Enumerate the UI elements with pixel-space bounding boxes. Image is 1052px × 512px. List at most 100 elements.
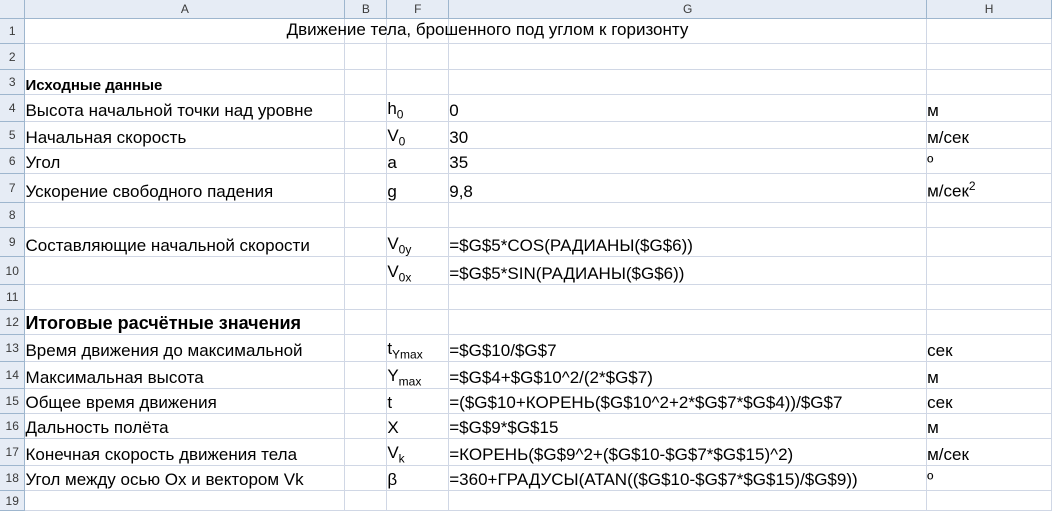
cell-a8[interactable] [24,202,346,228]
column-header-f[interactable]: F [386,0,450,19]
input-label-cell[interactable]: Начальная скорость [24,121,346,149]
input-unit-cell[interactable]: º [926,148,1052,174]
row-header-6[interactable]: 6 [0,148,26,174]
cell-f3[interactable] [386,69,450,95]
cell-b6[interactable] [344,148,388,174]
cell-b7[interactable] [344,173,388,203]
component-symbol-cell[interactable]: V0x [386,256,450,285]
result-symbol-cell[interactable]: β [386,465,450,491]
result-symbol-cell[interactable]: X [386,413,450,439]
result-label-cell[interactable]: Дальность полёта [24,413,346,439]
component-label-cell[interactable]: Составляющие начальной скорости [24,227,346,257]
cell-g8[interactable] [448,202,928,228]
result-unit-cell[interactable]: сек [926,334,1052,362]
column-header-g[interactable]: G [448,0,928,19]
row-header-8[interactable]: 8 [0,202,26,228]
cell-b14[interactable] [344,361,388,389]
cell-h3[interactable] [926,69,1052,95]
input-label-cell[interactable]: Высота начальной точки над уровне [24,94,346,122]
cell-h8[interactable] [926,202,1052,228]
component-label-cell[interactable] [24,256,346,285]
cell-h10[interactable] [926,256,1052,285]
section-input-heading[interactable]: Исходные данные [24,69,346,95]
input-label-cell[interactable]: Ускорение свободного падения [24,173,346,203]
cell-b15[interactable] [344,388,388,414]
result-label-cell[interactable]: Угол между осью Ox и вектором Vk [24,465,346,491]
result-unit-cell[interactable]: м/сек [926,438,1052,466]
column-header-h[interactable]: H [926,0,1052,19]
cell-g19[interactable] [448,490,928,511]
result-formula-cell[interactable]: =КОРЕНЬ($G$9^2+($G$10-$G$7*$G$15)^2) [448,438,928,466]
result-symbol-cell[interactable]: Ymax [386,361,450,389]
row-header-13[interactable]: 13 [0,334,26,362]
cell-b18[interactable] [344,465,388,491]
cell-b8[interactable] [344,202,388,228]
cell-b13[interactable] [344,334,388,362]
cell-g11[interactable] [448,284,928,310]
row-header-17[interactable]: 17 [0,438,26,466]
select-all-corner[interactable] [0,0,26,19]
column-header-a[interactable]: A [24,0,346,19]
row-header-19[interactable]: 19 [0,490,26,511]
cell-f12[interactable] [386,309,450,335]
cell-b19[interactable] [344,490,388,511]
cell-f2[interactable] [386,43,450,70]
row-header-3[interactable]: 3 [0,69,26,95]
result-label-cell[interactable]: Время движения до максимальной [24,334,346,362]
cell-a11[interactable] [24,284,346,310]
input-value-cell[interactable]: 30 [448,121,928,149]
cell-a2[interactable] [24,43,346,70]
row-header-5[interactable]: 5 [0,121,26,149]
cell-b9[interactable] [344,227,388,257]
row-header-10[interactable]: 10 [0,256,26,285]
row-header-14[interactable]: 14 [0,361,26,389]
cell-f8[interactable] [386,202,450,228]
section-results-heading[interactable]: Итоговые расчётные значения [24,309,346,335]
input-label-cell[interactable]: Угол [24,148,346,174]
input-symbol-cell[interactable]: a [386,148,450,174]
column-header-b[interactable]: B [344,0,388,19]
component-formula-cell[interactable]: =$G$5*COS(РАДИАНЫ($G$6)) [448,227,928,257]
input-value-cell[interactable]: 0 [448,94,928,122]
cell-h19[interactable] [926,490,1052,511]
result-formula-cell[interactable]: =($G$10+КОРЕНЬ($G$10^2+2*$G$7*$G$4))/$G$… [448,388,928,414]
result-symbol-cell[interactable]: t [386,388,450,414]
input-symbol-cell[interactable]: h0 [386,94,450,122]
result-unit-cell[interactable]: м [926,361,1052,389]
row-header-15[interactable]: 15 [0,388,26,414]
result-unit-cell[interactable]: сек [926,388,1052,414]
cell-a19[interactable] [24,490,346,511]
row-header-9[interactable]: 9 [0,227,26,257]
row-header-12[interactable]: 12 [0,309,26,335]
result-formula-cell[interactable]: =$G$4+$G$10^2/(2*$G$7) [448,361,928,389]
cell-b11[interactable] [344,284,388,310]
result-label-cell[interactable]: Максимальная высота [24,361,346,389]
cell-h11[interactable] [926,284,1052,310]
input-unit-cell[interactable]: м/сек2 [926,173,1052,203]
result-formula-cell[interactable]: =360+ГРАДУСЫ(ATAN(($G$10-$G$7*$G$15)/$G$… [448,465,928,491]
result-symbol-cell[interactable]: Vk [386,438,450,466]
cell-b17[interactable] [344,438,388,466]
row-header-2[interactable]: 2 [0,43,26,70]
input-unit-cell[interactable]: м [926,94,1052,122]
cell-g12[interactable] [448,309,928,335]
component-formula-cell[interactable]: =$G$5*SIN(РАДИАНЫ($G$6)) [448,256,928,285]
cell-g3[interactable] [448,69,928,95]
cell-b16[interactable] [344,413,388,439]
cell-b10[interactable] [344,256,388,285]
cell-b5[interactable] [344,121,388,149]
input-value-cell[interactable]: 35 [448,148,928,174]
cell-b3[interactable] [344,69,388,95]
cell-h9[interactable] [926,227,1052,257]
input-unit-cell[interactable]: м/сек [926,121,1052,149]
input-symbol-cell[interactable]: V0 [386,121,450,149]
cell-b2[interactable] [344,43,388,70]
cell-b12[interactable] [344,309,388,335]
cell-f19[interactable] [386,490,450,511]
result-formula-cell[interactable]: =$G$9*$G$15 [448,413,928,439]
cell-g2[interactable] [448,43,928,70]
row-header-16[interactable]: 16 [0,413,26,439]
cell-h2[interactable] [926,43,1052,70]
result-unit-cell[interactable]: º [926,465,1052,491]
row-header-11[interactable]: 11 [0,284,26,310]
